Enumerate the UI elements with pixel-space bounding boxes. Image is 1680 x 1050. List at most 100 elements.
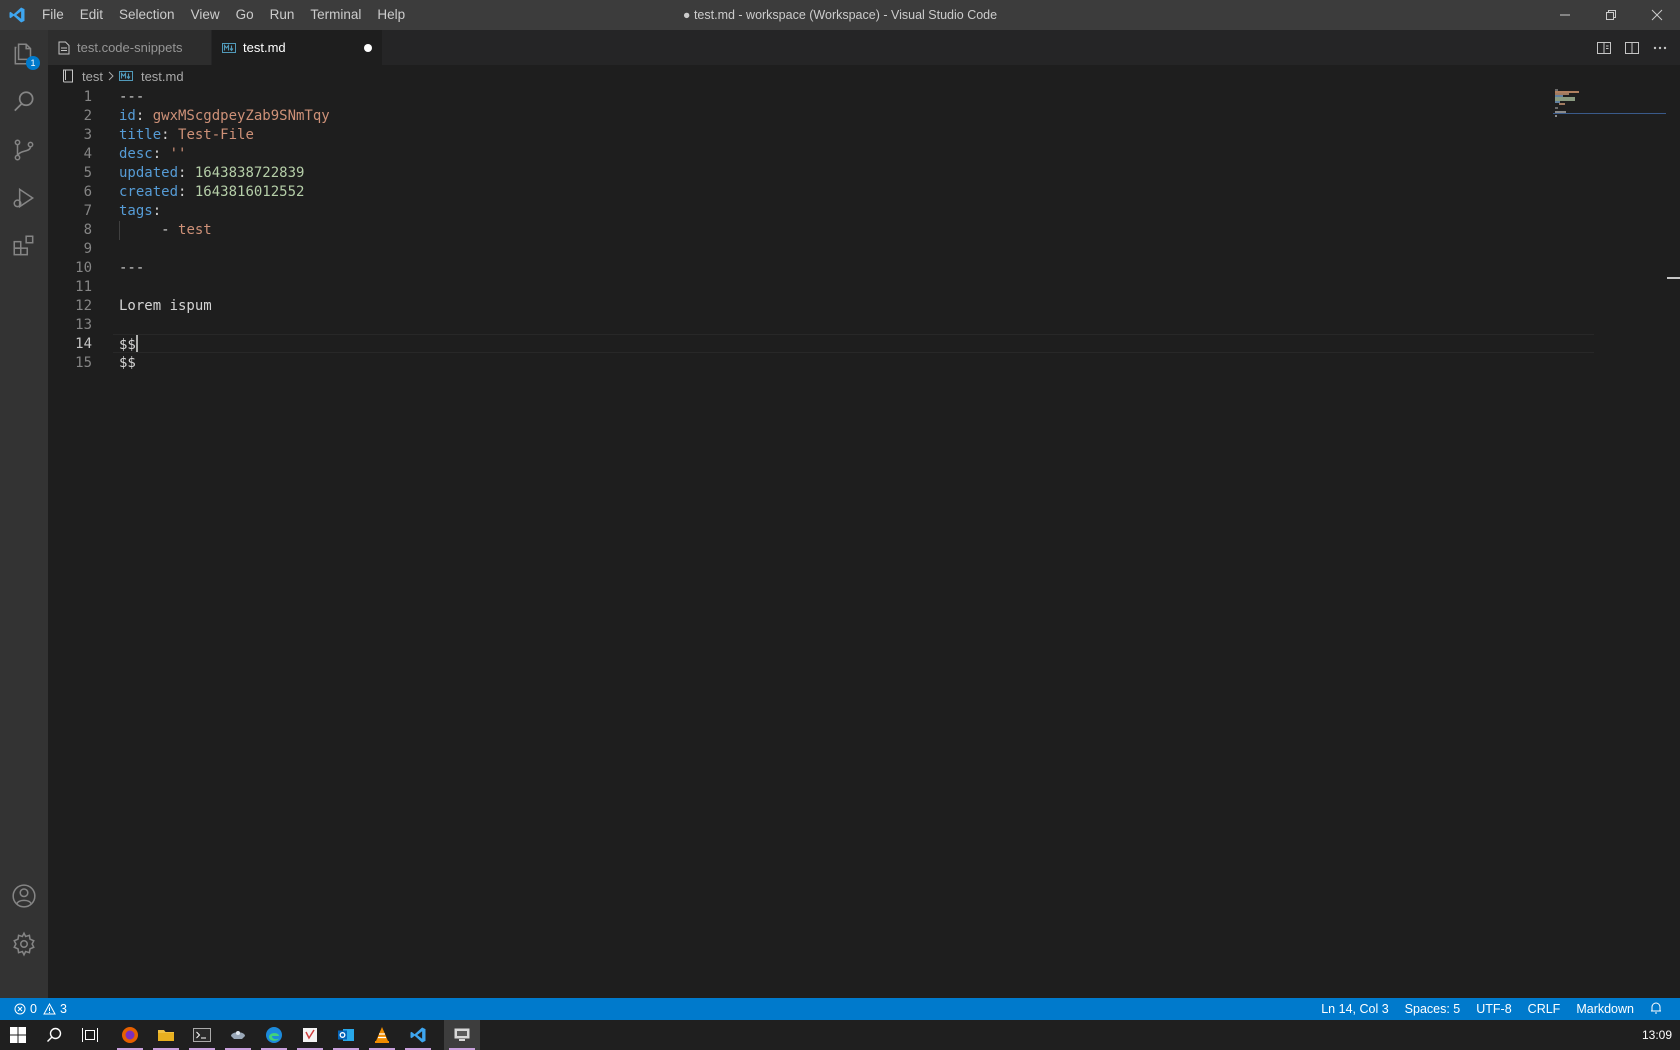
minimap-line [1559,103,1565,105]
cursor-position[interactable]: Ln 14, Col 3 [1313,1002,1396,1016]
language-mode[interactable]: Markdown [1568,1002,1642,1016]
code-line[interactable]: 7 tags: [48,202,1548,221]
menu-terminal[interactable]: Terminal [302,0,369,30]
token-plain: : [161,127,179,143]
code-line[interactable]: 1 --- [48,88,1548,107]
vertical-scrollbar[interactable] [1666,87,1680,998]
menu-run[interactable]: Run [262,0,303,30]
code-line[interactable]: 3 title: Test-File [48,126,1548,145]
code-line[interactable]: 15 $$ [48,354,1548,373]
firefox-icon[interactable] [112,1020,148,1050]
line-number: 15 [75,355,92,371]
restore-icon[interactable] [1588,0,1634,30]
end-of-line[interactable]: CRLF [1520,1002,1569,1016]
token-plain: --- [119,260,145,276]
status-bar: 0 3 Ln 14, Col 3 Spaces: 5 UTF-8 CRLF Ma… [0,998,1680,1020]
taskbar-clock[interactable]: 13:09 [1642,1020,1672,1050]
menu-file[interactable]: File [34,0,72,30]
indentation[interactable]: Spaces: 5 [1397,1002,1469,1016]
app-icon[interactable] [220,1020,256,1050]
notifications-bell-icon[interactable] [1642,1001,1670,1017]
token-key: created [119,184,179,200]
encoding[interactable]: UTF-8 [1468,1002,1519,1016]
menu-go[interactable]: Go [228,0,262,30]
token-str: test [178,222,212,238]
close-icon[interactable] [1634,0,1680,30]
line-number: 12 [75,298,92,314]
token-plain: : [178,165,195,181]
menu-selection[interactable]: Selection [111,0,183,30]
edge-icon[interactable] [256,1020,292,1050]
tab-test-md[interactable]: test.md [212,30,382,65]
markdown-icon [222,42,236,53]
code-editor[interactable]: 1 --- 2 id: gwxMScgdpeyZab9SNmTqy 3 title: Te… [48,87,1608,998]
code-line[interactable]: 12 Lorem ispum [48,297,1548,316]
breadcrumb: test test.md [48,65,1548,87]
explorer-badge: 1 [26,56,40,70]
extensions-icon[interactable] [0,222,48,270]
activity-bar: 1 [0,30,48,998]
line-content: $$ [119,354,136,373]
windows-start-icon[interactable] [0,1020,36,1050]
file-explorer-icon[interactable] [148,1020,184,1050]
split-editor-icon[interactable] [1622,38,1642,58]
token-plain: - [119,222,179,238]
run-debug-icon[interactable] [0,174,48,222]
vlc-icon[interactable] [364,1020,400,1050]
open-preview-icon[interactable] [1594,38,1614,58]
tab-test-code-snippets[interactable]: test.code-snippets [48,30,211,65]
token-plain: Lorem ispum [119,298,212,314]
scrollbar-cursor-marker [1667,277,1680,279]
menu-edit[interactable]: Edit [72,0,111,30]
line-number: 8 [83,222,92,238]
book-icon [63,69,73,83]
minimap-line [1555,115,1557,117]
code-line[interactable]: 14 $$ [48,335,1548,354]
code-line[interactable]: 5 updated: 1643838722839 [48,164,1548,183]
editor-tabs: test.code-snippets test.md [48,30,1680,65]
line-content: $$ [119,335,138,355]
search-icon[interactable] [0,78,48,126]
notes-icon[interactable] [292,1020,328,1050]
token-plain: --- [119,89,145,105]
code-line[interactable]: 2 id: gwxMScgdpeyZab9SNmTqy [48,107,1548,126]
minimap-current-line [1553,113,1666,114]
code-line[interactable]: 11 [48,278,1548,297]
manage-gear-icon[interactable] [0,920,48,968]
minimize-icon[interactable] [1542,0,1588,30]
minimap-line [1555,107,1558,109]
task-view-icon[interactable] [72,1020,108,1050]
line-number: 9 [83,241,92,257]
code-line[interactable]: 6 created: 1643816012552 [48,183,1548,202]
window-controls [1542,0,1680,30]
breadcrumb-folder[interactable]: test [62,69,103,84]
code-line[interactable]: 9 [48,240,1548,259]
terminal-icon[interactable] [184,1020,220,1050]
search-icon[interactable] [36,1020,72,1050]
explorer-icon[interactable]: 1 [0,30,48,78]
token-key: desc [119,146,153,162]
code-line[interactable]: 4 desc: '' [48,145,1548,164]
line-content: Lorem ispum [119,297,212,316]
token-plain: $$ [119,337,136,353]
minimap[interactable] [1553,87,1666,127]
breadcrumb-file-label: test.md [140,68,184,84]
title-bar: File Edit Selection View Go Run Terminal Help ●… [0,0,1680,30]
menu-help[interactable]: Help [369,0,413,30]
breadcrumb-file[interactable]: test.md [118,68,184,84]
tab-label: test.code-snippets [77,40,183,55]
token-str: gwxMScgdpeyZab9SNmTqy [152,108,330,124]
menu-view[interactable]: View [183,0,228,30]
code-line[interactable]: 13 [48,316,1548,335]
code-line[interactable]: 8 - test [48,221,1548,240]
outlook-icon[interactable] [328,1020,364,1050]
tab-label: test.md [243,40,286,55]
source-control-icon[interactable] [0,126,48,174]
account-icon[interactable] [0,872,48,920]
vscode-icon[interactable] [400,1020,436,1050]
more-actions-icon[interactable] [1650,38,1670,58]
active-window-icon[interactable] [444,1020,480,1050]
code-line[interactable]: 10 --- [48,259,1548,278]
unsaved-dot-icon[interactable] [364,44,372,52]
problems-indicator[interactable]: 0 3 [14,998,67,1020]
